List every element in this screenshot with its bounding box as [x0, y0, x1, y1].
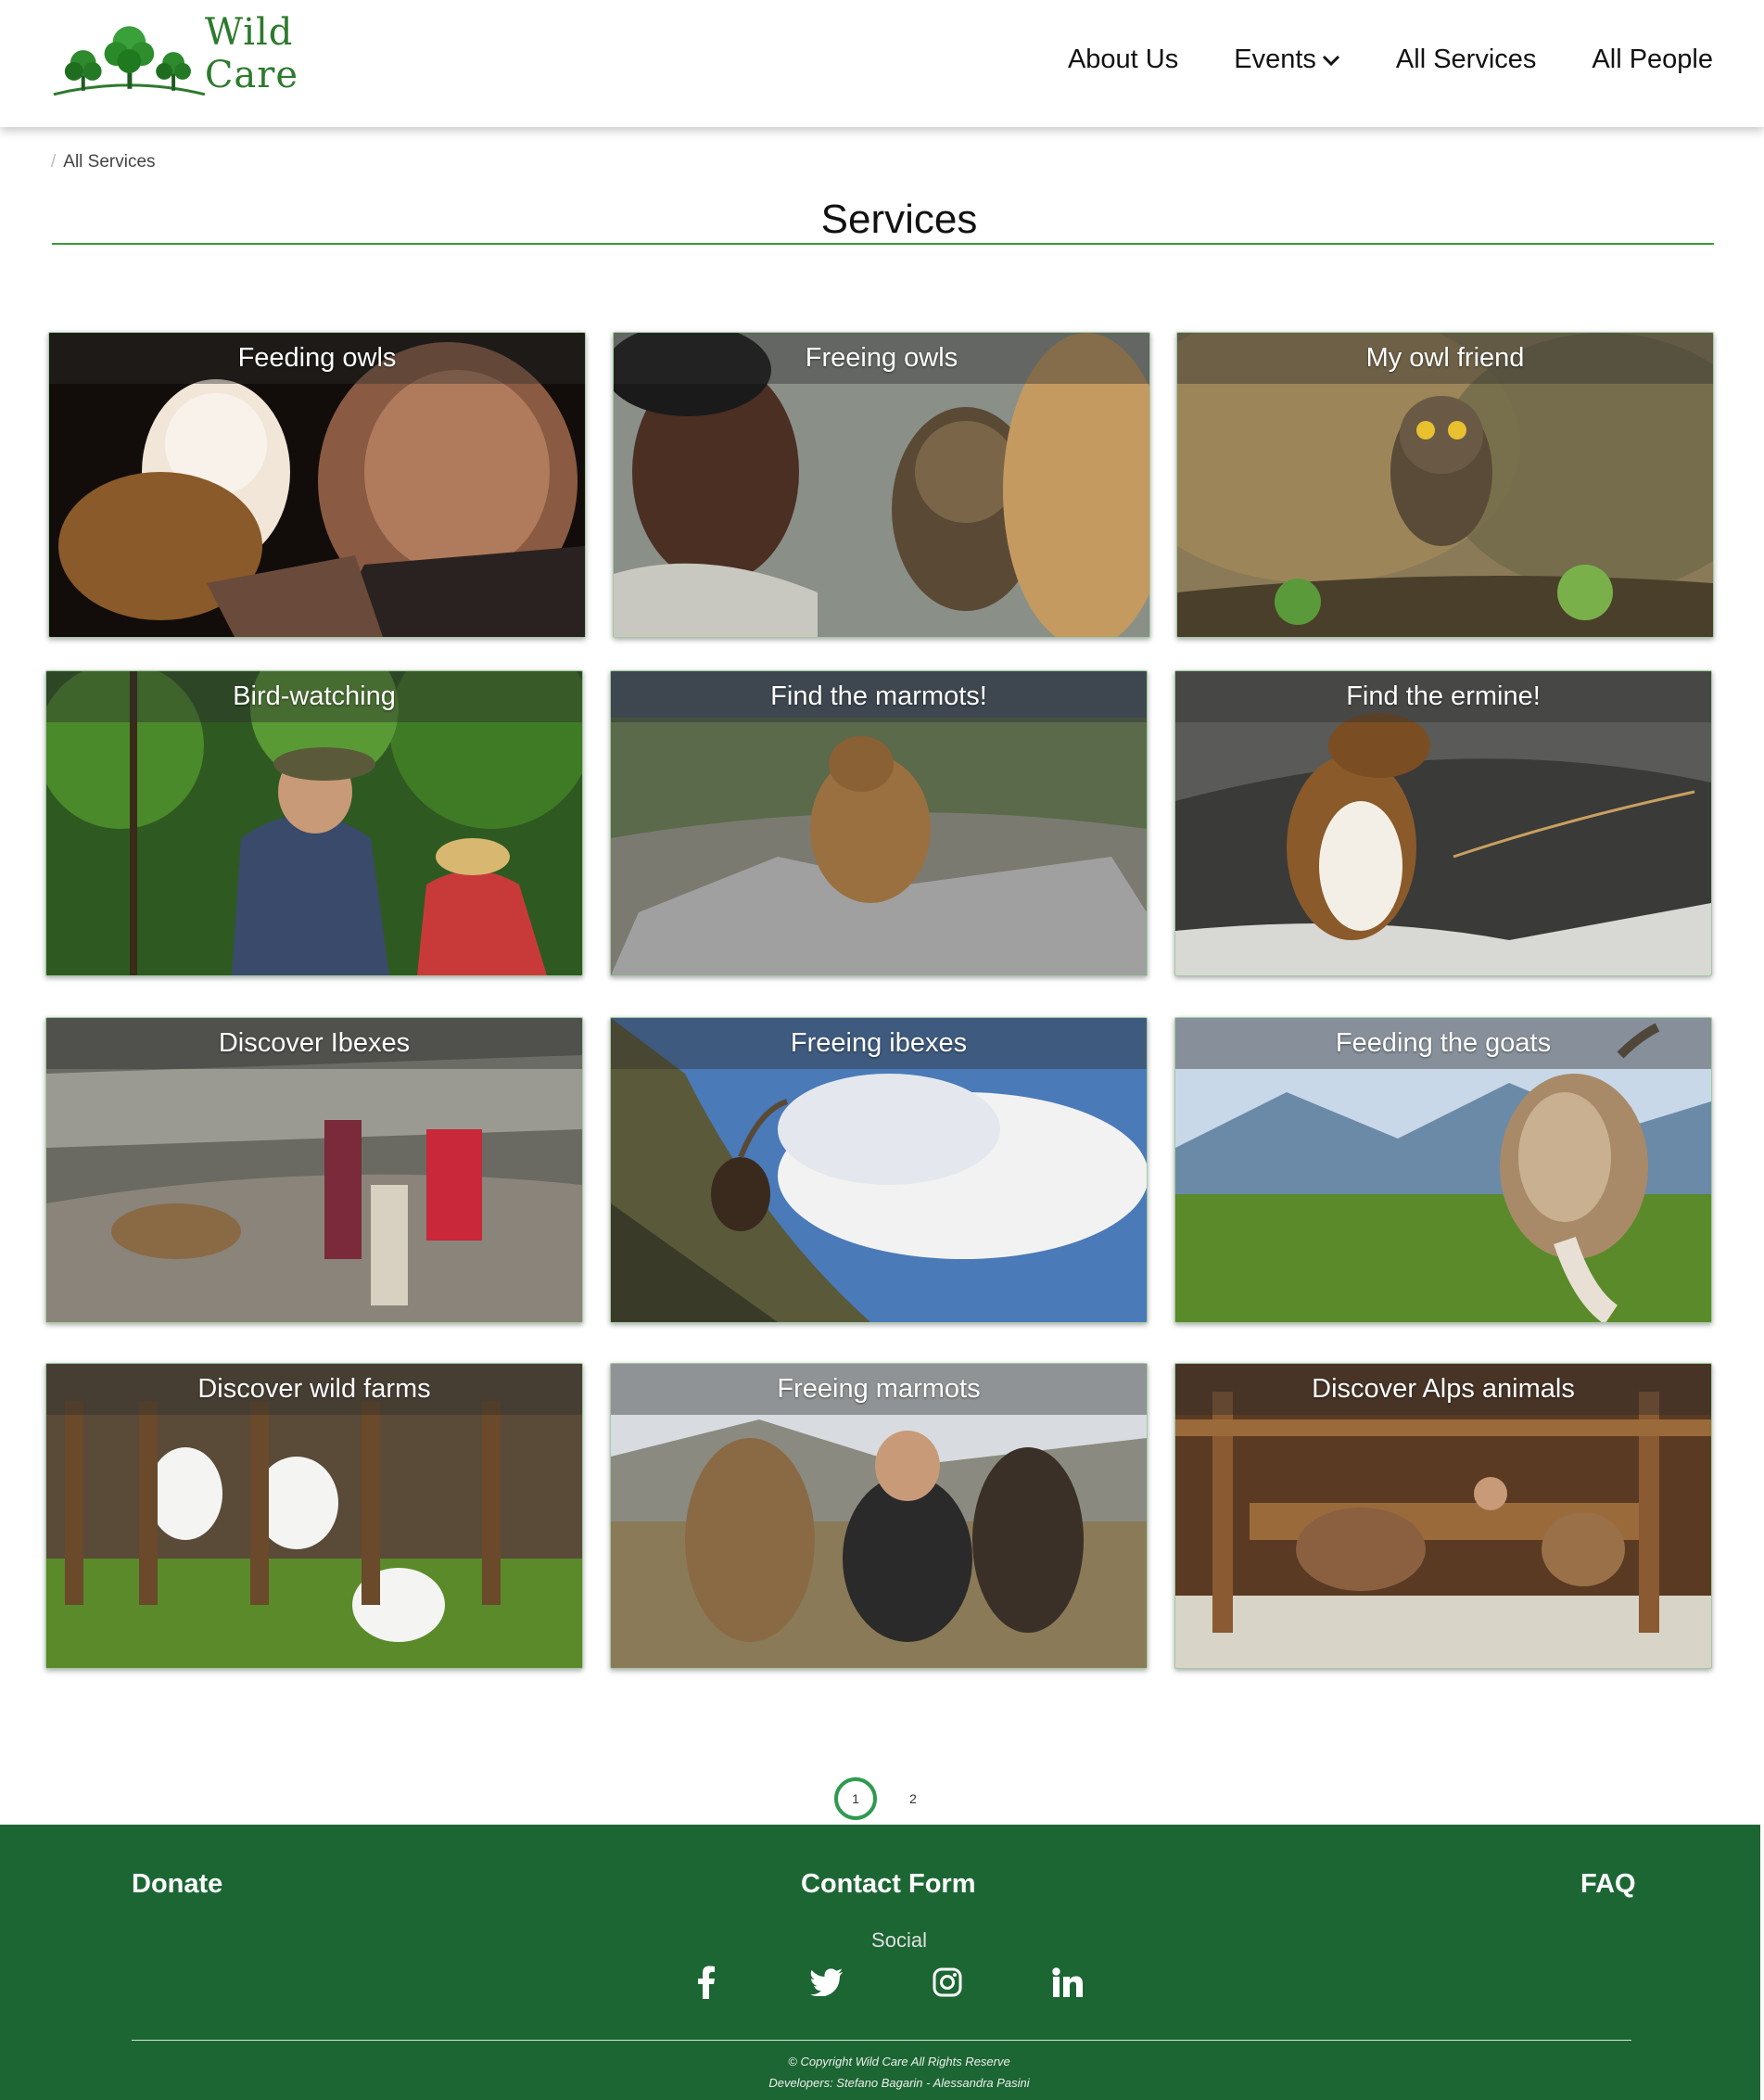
facebook-icon[interactable]: [688, 1964, 725, 2001]
copyright-text: © Copyright Wild Care All Rights Reserve: [788, 2055, 1010, 2068]
service-card-title: Freeing ibexes: [611, 1018, 1147, 1069]
service-card-feeding-owls[interactable]: Feeding owls: [48, 332, 586, 638]
page-2-button[interactable]: 2: [895, 1781, 931, 1816]
trees-logo-icon: [53, 26, 206, 96]
developers-text: Developers: Stefano Bagarin - Alessandra…: [768, 2076, 1030, 2090]
brand-name: Wild Care: [204, 11, 299, 96]
nav-events-label: Events: [1234, 45, 1316, 74]
faq-link[interactable]: FAQ: [1580, 1869, 1636, 1900]
page-title: Services: [820, 197, 978, 242]
service-card-title: Freeing marmots: [611, 1364, 1147, 1415]
service-card-title: Bird-watching: [46, 671, 582, 722]
breadcrumb: / All Services: [51, 152, 156, 172]
footer-divider: [132, 2040, 1631, 2041]
donate-link[interactable]: Donate: [132, 1869, 222, 1900]
main-nav: About Us Events All Services All People: [1068, 45, 1713, 75]
social-heading: Social: [871, 1928, 927, 1952]
service-card-freeing-marmots[interactable]: Freeing marmots: [610, 1363, 1148, 1669]
nav-all-people[interactable]: All People: [1592, 45, 1713, 75]
service-card-discover-wild-farms[interactable]: Discover wild farms: [45, 1363, 583, 1669]
social-icons: [688, 1964, 1086, 2001]
service-card-my-owl-friend[interactable]: My owl friend: [1176, 332, 1714, 638]
linkedin-icon[interactable]: [1049, 1964, 1086, 2001]
pagination: 1 2: [834, 1777, 931, 1820]
breadcrumb-separator: /: [51, 152, 57, 172]
wild-care-logo[interactable]: Wild Care: [46, 11, 399, 104]
service-card-feeding-the-goats[interactable]: Feeding the goats: [1174, 1017, 1712, 1323]
title-divider: [52, 243, 1714, 245]
service-card-title: My owl friend: [1177, 333, 1713, 384]
service-card-bird-watching[interactable]: Bird-watching: [45, 670, 583, 976]
breadcrumb-current[interactable]: All Services: [63, 152, 155, 172]
service-card-find-the-ermine[interactable]: Find the ermine!: [1174, 670, 1712, 976]
chevron-down-icon: [1322, 55, 1339, 66]
service-card-title: Discover wild farms: [46, 1364, 582, 1415]
service-card-find-the-marmots[interactable]: Find the marmots!: [610, 670, 1148, 976]
service-card-title: Discover Alps animals: [1175, 1364, 1711, 1415]
service-card-freeing-ibexes[interactable]: Freeing ibexes: [610, 1017, 1148, 1323]
service-card-freeing-owls[interactable]: Freeing owls: [613, 332, 1150, 638]
instagram-icon[interactable]: [929, 1964, 966, 2001]
service-card-title: Freeing owls: [614, 333, 1149, 384]
footer-credits: © Copyright Wild Care All Rights Reserve…: [0, 2051, 1764, 2094]
service-card-discover-alps-animals[interactable]: Discover Alps animals: [1174, 1363, 1712, 1669]
twitter-icon[interactable]: [808, 1964, 845, 2001]
service-card-title: Find the marmots!: [611, 671, 1147, 722]
service-card-title: Find the ermine!: [1175, 671, 1711, 722]
page-1-button[interactable]: 1: [834, 1777, 877, 1820]
nav-about-us[interactable]: About Us: [1068, 45, 1178, 75]
service-card-title: Discover Ibexes: [46, 1018, 582, 1069]
service-card-title: Feeding owls: [49, 333, 585, 384]
contact-form-link[interactable]: Contact Form: [801, 1869, 976, 1900]
service-card-discover-ibexes[interactable]: Discover Ibexes: [45, 1017, 583, 1323]
nav-events[interactable]: Events: [1234, 45, 1340, 75]
site-header: Wild Care About Us Events All Services A…: [0, 0, 1764, 127]
site-footer: Donate Contact Form FAQ Social © Copyrig…: [0, 1825, 1760, 2100]
service-card-title: Feeding the goats: [1175, 1018, 1711, 1069]
nav-all-services[interactable]: All Services: [1396, 45, 1537, 75]
